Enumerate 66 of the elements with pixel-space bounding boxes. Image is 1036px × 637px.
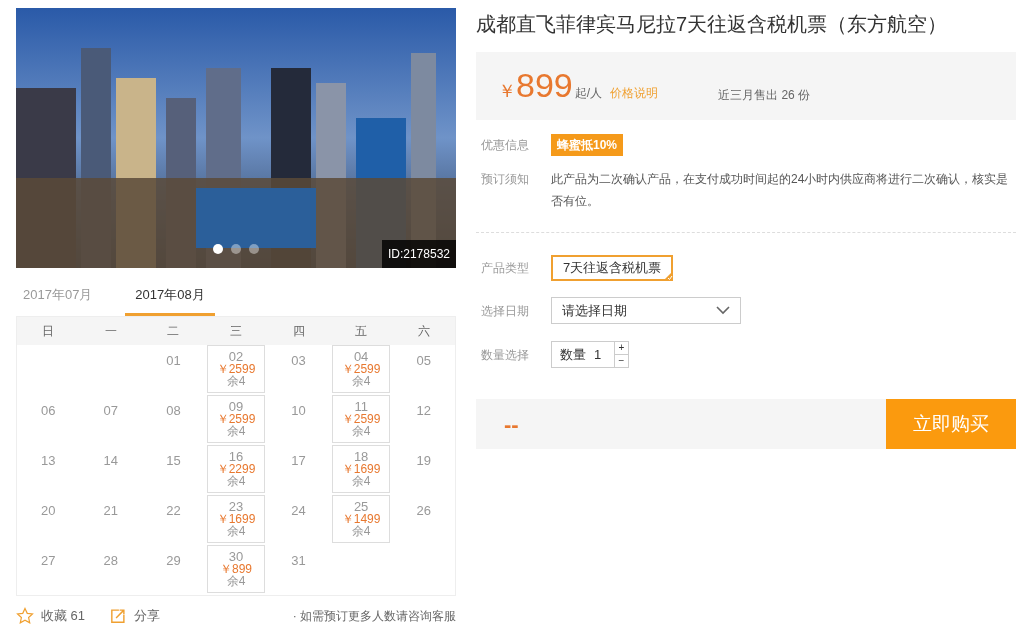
- calendar-day: 07: [103, 401, 119, 421]
- field-label: 选择日期: [480, 302, 530, 320]
- calendar-date-option[interactable]: 02 ￥2599 余4: [207, 345, 265, 393]
- weekday-header: 二: [166, 323, 181, 340]
- share-icon[interactable]: [109, 607, 127, 625]
- month-tab[interactable]: 2017年07月: [16, 283, 108, 316]
- calendar-date-option[interactable]: 16 ￥2299 余4: [207, 445, 265, 493]
- price: ￥899: [498, 68, 573, 102]
- increment-button[interactable]: +: [615, 342, 628, 355]
- weekday-header: 日: [41, 323, 56, 340]
- calendar-day: 14: [103, 451, 119, 471]
- total-price: --: [504, 410, 519, 439]
- calendar-day: 27: [41, 551, 56, 571]
- field-label: 预订须知: [480, 171, 530, 188]
- calendar-day: 26: [416, 501, 431, 521]
- calendar-day: 06: [41, 401, 56, 421]
- weekday-header: 六: [416, 323, 431, 340]
- weekday-header: 四: [291, 323, 306, 340]
- booking-note: · 如需预订更多人数请咨询客服: [292, 608, 456, 625]
- favorite-count[interactable]: 收藏 61: [41, 606, 86, 626]
- calendar-day: 01: [166, 351, 181, 371]
- sales-count: 近三月售出 26 份: [718, 87, 811, 104]
- calendar-day: 29: [166, 551, 181, 571]
- quantity-stepper[interactable]: 数量 1 + −: [551, 341, 629, 368]
- calendar-day: 12: [416, 401, 431, 421]
- field-label: 数量选择: [480, 346, 530, 364]
- price-unit: 起/人: [574, 85, 603, 102]
- calendar-day: 20: [41, 501, 56, 521]
- weekday-header: 三: [229, 323, 243, 340]
- weekday-header: 一: [103, 323, 118, 340]
- date-select[interactable]: 请选择日期: [551, 297, 741, 324]
- product-title: 成都直飞菲律宾马尼拉7天往返含税机票（东方航空）: [476, 12, 949, 37]
- product-id-badge: ID:2178532: [381, 240, 456, 268]
- product-type-option[interactable]: 7天往返含税机票: [551, 255, 674, 281]
- calendar-day: 19: [416, 451, 431, 471]
- calendar-day: 28: [103, 551, 119, 571]
- weekday-header: 五: [354, 323, 369, 340]
- discount-tag: 蜂蜜抵10%: [551, 134, 624, 156]
- calendar-date-option[interactable]: 25 ￥1499 余4: [332, 495, 391, 543]
- calendar-date-option[interactable]: 11 ￥2599 余4: [332, 395, 391, 443]
- calendar-date-option[interactable]: 04 ￥2599 余4: [332, 345, 391, 393]
- calendar-day: 31: [291, 551, 306, 571]
- field-label: 优惠信息: [480, 137, 530, 154]
- calendar-day: 15: [166, 451, 181, 471]
- calendar-date-option[interactable]: 18 ￥1699 余4: [332, 445, 391, 493]
- booking-notice: 此产品为二次确认产品，在支付成功时间起的24小时内供应商将进行二次确认，核实是否有位。: [551, 171, 1010, 210]
- calendar-day: 10: [291, 401, 306, 421]
- corner-check-icon: [663, 271, 674, 281]
- calendar-day: 03: [291, 351, 306, 371]
- share-link[interactable]: 分享: [134, 606, 161, 626]
- calendar-day: 13: [41, 451, 56, 471]
- calendar-date-option[interactable]: 09 ￥2599 余4: [207, 395, 265, 443]
- calendar-day: 21: [103, 501, 119, 521]
- price-info-link[interactable]: 价格说明: [610, 84, 659, 102]
- decrement-button[interactable]: −: [615, 355, 628, 367]
- calendar-date-option[interactable]: 30 ￥899 余4: [207, 545, 265, 593]
- calendar-day: 17: [291, 451, 306, 471]
- calendar-day: 05: [416, 351, 431, 371]
- field-label: 产品类型: [480, 260, 530, 277]
- calendar-day: 22: [166, 501, 181, 521]
- calendar-date-option[interactable]: 23 ￥1699 余4: [207, 495, 265, 543]
- calendar-day: 08: [166, 401, 181, 421]
- chevron-down-icon: [716, 306, 730, 315]
- calendar-day: 24: [291, 501, 306, 521]
- star-icon[interactable]: [16, 607, 34, 625]
- buy-now-button[interactable]: 立即购买: [886, 399, 1016, 449]
